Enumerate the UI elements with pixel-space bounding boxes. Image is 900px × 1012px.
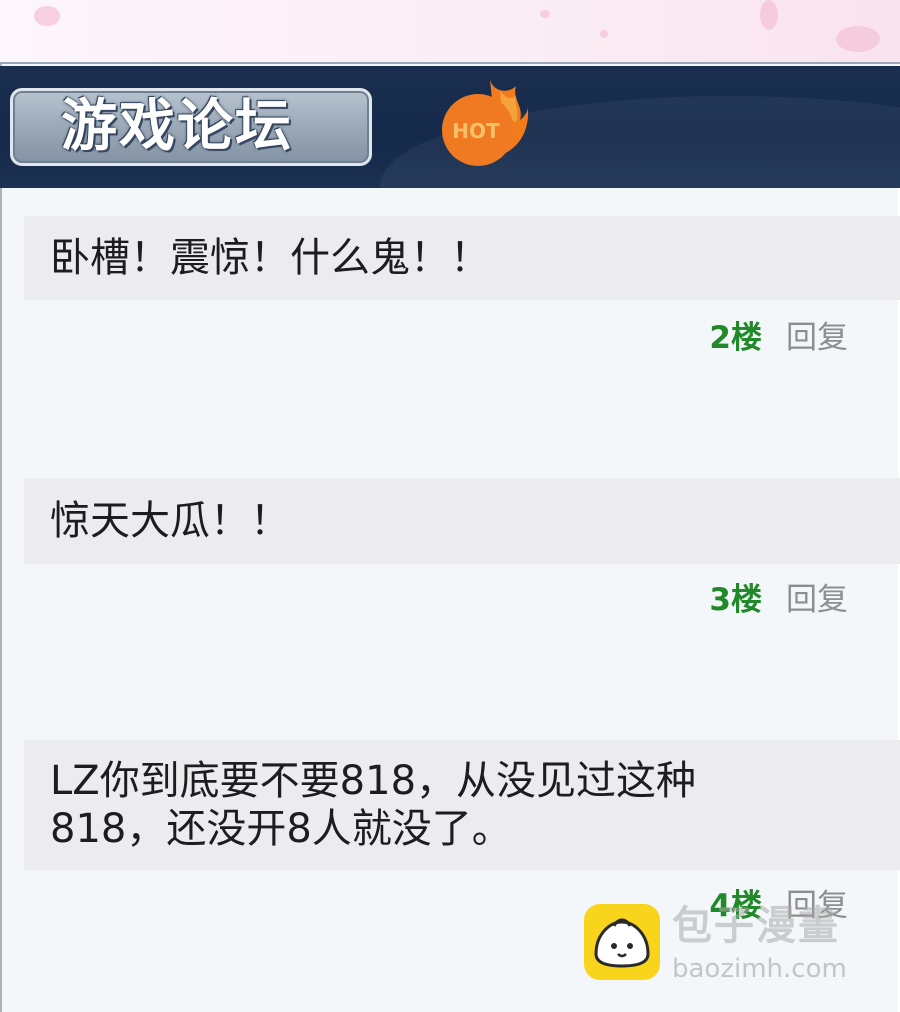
watermark-url: baozimh.com	[672, 954, 847, 984]
floor-number: 2楼	[709, 320, 762, 356]
post-text-line: 818，还没开8人就没了。	[50, 806, 512, 852]
petal-decoration	[600, 30, 608, 38]
post-bubble: 惊天大瓜！！	[24, 478, 900, 564]
site-watermark: 包子漫畫 baozimh.com	[584, 903, 894, 988]
post-text-line: LZ你到底要不要818，从没见过这种	[50, 758, 697, 804]
forum-title: 游戏论坛	[61, 94, 293, 159]
post-bubble: LZ你到底要不要818，从没见过这种 818，还没开8人就没了。	[24, 740, 900, 870]
floor-number: 3楼	[709, 582, 762, 618]
petal-decoration	[34, 6, 60, 26]
watermark-name: 包子漫畫	[672, 903, 840, 949]
petal-decoration	[760, 0, 778, 30]
petal-decoration	[836, 26, 880, 52]
post-meta: 2楼 回复	[709, 312, 848, 357]
reply-button[interactable]: 回复	[786, 312, 848, 357]
hot-flame-icon: HOT	[442, 80, 528, 166]
forum-title-button[interactable]: 游戏论坛	[10, 88, 372, 166]
post-meta: 3楼 回复	[709, 574, 848, 619]
post-text: 惊天大瓜！！	[50, 498, 290, 544]
petal-decoration	[540, 10, 550, 18]
bun-logo-icon	[584, 904, 660, 980]
reply-button[interactable]: 回复	[786, 574, 848, 619]
top-decorative-strip	[0, 0, 900, 64]
post-text: 卧槽！震惊！什么鬼！！	[50, 235, 490, 281]
post-bubble: 卧槽！震惊！什么鬼！！	[24, 216, 900, 300]
hot-badge-label: HOT	[452, 119, 500, 143]
